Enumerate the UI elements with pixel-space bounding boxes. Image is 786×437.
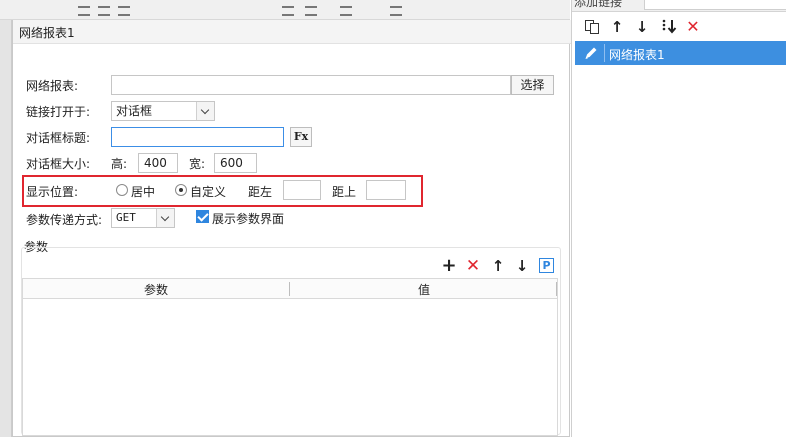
link-list-item-label: 网络报表1	[609, 48, 665, 62]
param-method-label: 参数传递方式:	[26, 213, 103, 227]
column-header-param[interactable]: 参数	[144, 281, 168, 298]
line-icon	[340, 6, 352, 16]
radio-custom-label: 自定义	[190, 185, 227, 199]
list-icon	[390, 6, 402, 16]
align-center-icon	[98, 6, 110, 16]
report-label: 网络报表:	[26, 79, 79, 93]
chevron-down-icon	[156, 209, 174, 227]
height-label: 高:	[111, 157, 128, 171]
radio-center[interactable]	[116, 184, 128, 196]
right-panel-header: 添加链接	[572, 0, 786, 12]
background-toolbar	[0, 0, 570, 20]
grid-icon	[282, 6, 294, 16]
link-settings-dialog: 网络报表1 网络报表: 选择 链接打开于: 对话框 对话框标题: Fx 对话框大…	[12, 20, 571, 437]
dialog-title: 网络报表1	[19, 26, 75, 40]
show-params-checkbox[interactable]	[196, 210, 209, 223]
column-divider	[556, 282, 557, 296]
add-icon[interactable]: +	[441, 257, 457, 275]
move-down-icon[interactable]: ↓	[634, 19, 650, 35]
copy-icon[interactable]	[584, 19, 600, 35]
radio-custom[interactable]	[175, 184, 187, 196]
position-label: 显示位置:	[26, 185, 79, 199]
params-table-header: 参数 值	[23, 279, 557, 299]
delete-icon[interactable]: ✕	[685, 19, 701, 35]
width-label: 宽:	[189, 157, 206, 171]
open-in-label: 链接打开于:	[26, 105, 91, 119]
move-up-icon[interactable]: ↑	[490, 258, 506, 274]
move-up-icon[interactable]: ↑	[609, 19, 625, 35]
top-offset-input[interactable]	[366, 180, 406, 200]
align-left-icon	[78, 6, 90, 16]
left-offset-label: 距左	[248, 185, 273, 199]
table-icon	[305, 6, 317, 16]
pencil-icon	[585, 47, 597, 59]
right-panel-title: 添加链接	[574, 0, 623, 9]
dialog-title-input[interactable]	[111, 127, 284, 147]
item-divider	[604, 44, 605, 62]
width-input[interactable]: 600	[214, 153, 257, 173]
delete-icon[interactable]: ✕	[465, 258, 481, 275]
dialog-size-label: 对话框大小:	[26, 157, 91, 171]
background-left-strip	[0, 20, 12, 437]
link-list-item[interactable]: 网络报表1	[575, 41, 786, 65]
report-input[interactable]	[111, 75, 511, 95]
move-to-bottom-icon[interactable]	[660, 18, 678, 36]
dialog-title-bar: 网络报表1	[13, 20, 571, 44]
align-right-icon	[118, 6, 130, 16]
right-panel-toolbar: ↑ ↓ ✕	[572, 13, 786, 39]
select-button[interactable]: 选择	[511, 75, 554, 95]
top-offset-label: 距上	[332, 185, 357, 199]
column-divider[interactable]	[289, 282, 290, 296]
formula-icon: Fx	[293, 130, 309, 143]
show-params-label: 展示参数界面	[212, 212, 285, 226]
parameter-p-icon[interactable]: P	[539, 258, 554, 273]
move-down-icon[interactable]: ↓	[514, 258, 530, 274]
formula-button[interactable]: Fx	[290, 127, 312, 147]
height-input[interactable]: 400	[138, 153, 178, 173]
column-header-value[interactable]: 值	[418, 281, 430, 298]
param-method-value: GET	[116, 211, 136, 224]
link-list-panel: 添加链接 ↑ ↓ ✕ 网络报表1	[571, 0, 786, 437]
radio-center-label: 居中	[131, 185, 156, 199]
params-table: 参数 值	[22, 278, 558, 436]
param-method-select[interactable]: GET	[111, 208, 175, 228]
right-panel-search-box[interactable]	[644, 0, 786, 10]
chevron-down-icon	[196, 102, 214, 120]
dialog-title-label: 对话框标题:	[26, 131, 91, 145]
open-in-select[interactable]: 对话框	[111, 101, 215, 121]
left-offset-input[interactable]	[283, 180, 321, 200]
open-in-value: 对话框	[116, 104, 153, 118]
